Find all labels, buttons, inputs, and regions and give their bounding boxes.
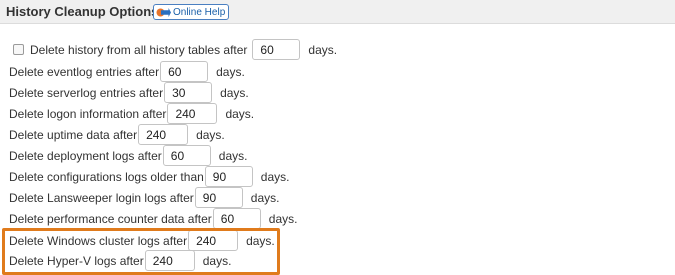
setting-label: Delete eventlog entries after [9,64,160,79]
lansweeper-login-days-input[interactable] [194,187,243,208]
setting-label: Delete uptime data after [9,127,138,142]
setting-row-performance-counter: Delete performance counter data after da… [9,208,297,229]
setting-label: Delete Lansweeper login logs after [9,190,194,205]
days-unit: days. [218,148,248,163]
online-help-label: Online Help [173,6,226,18]
setting-label: Delete performance counter data after [9,211,212,226]
eventlog-days-input[interactable] [160,61,209,82]
setting-row-uptime: Delete uptime data after days. [9,124,225,145]
setting-row-logon: Delete logon information after days. [9,103,254,124]
setting-label: Delete Windows cluster logs after [9,233,188,248]
configurations-days-input[interactable] [204,166,253,187]
deployment-days-input[interactable] [162,145,211,166]
serverlog-days-input[interactable] [164,82,213,103]
performance-counter-days-input[interactable] [212,208,261,229]
setting-row-hyper-v: Delete Hyper-V logs after days. [9,250,231,271]
windows-cluster-days-input[interactable] [188,230,239,251]
section-title: History Cleanup Options [6,4,159,19]
days-unit: days. [216,64,245,79]
days-unit: days. [260,169,290,184]
logon-days-input[interactable] [167,103,218,124]
history-tables-checkbox[interactable] [13,44,24,55]
setting-row-lansweeper-login: Delete Lansweeper login logs after days. [9,187,279,208]
setting-label: Delete serverlog entries after [9,85,164,100]
history-tables-days-input[interactable] [252,39,301,60]
setting-label: Delete deployment logs after [9,148,162,163]
setting-row-history-tables: Delete history from all history tables a… [9,39,337,60]
setting-row-windows-cluster: Delete Windows cluster logs after days. [9,230,275,251]
days-unit: days. [250,190,280,205]
hyper-v-days-input[interactable] [144,250,195,271]
uptime-days-input[interactable] [138,124,189,145]
days-unit: days. [268,211,298,226]
setting-label: Delete configurations logs older than [9,169,204,184]
days-unit: days. [196,127,225,142]
days-unit: days. [246,233,275,248]
setting-row-eventlog: Delete eventlog entries after days. [9,61,245,82]
section-header: History Cleanup Options Online Help [0,0,675,24]
days-unit: days. [220,85,249,100]
setting-row-configurations: Delete configurations logs older than da… [9,166,289,187]
days-unit: days. [225,106,255,121]
online-help-button[interactable]: Online Help [153,4,230,20]
setting-label: Delete history from all history tables a… [30,42,248,57]
days-unit: days. [308,42,338,57]
days-unit: days. [202,253,232,268]
help-arrow-icon [156,7,171,18]
setting-label: Delete logon information after [9,106,167,121]
setting-label: Delete Hyper-V logs after [9,253,144,268]
setting-row-deployment: Delete deployment logs after days. [9,145,247,166]
setting-row-serverlog: Delete serverlog entries after days. [9,82,249,103]
